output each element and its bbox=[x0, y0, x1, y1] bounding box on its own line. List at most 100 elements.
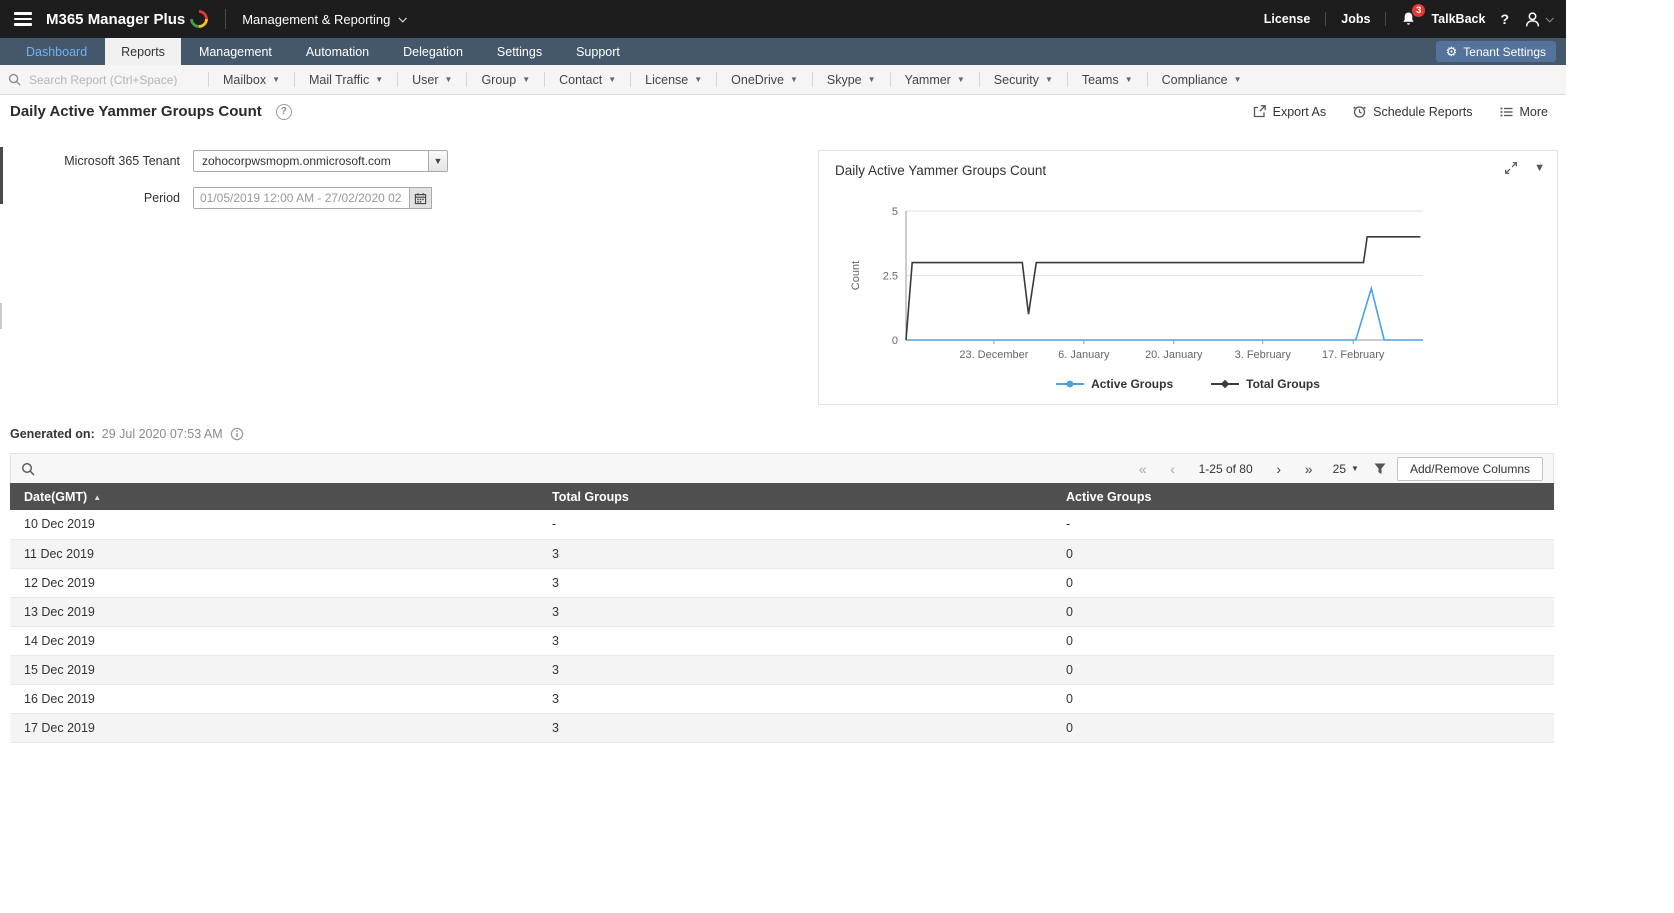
report-menu-mail-traffic[interactable]: Mail Traffic ▼ bbox=[295, 73, 397, 87]
report-menu-group[interactable]: Group ▼ bbox=[467, 73, 544, 87]
svg-text:23. December: 23. December bbox=[959, 349, 1028, 361]
tab-dashboard[interactable]: Dashboard bbox=[10, 38, 103, 65]
module-switcher[interactable]: Management & Reporting bbox=[242, 11, 408, 27]
column-header-active-groups[interactable]: Active Groups bbox=[1052, 483, 1554, 510]
module-switcher-label: Management & Reporting bbox=[242, 11, 391, 27]
cell-date-gmt: 17 Dec 2019 bbox=[10, 713, 538, 743]
report-menu: Mailbox ▼ Mail Traffic ▼ User ▼ Group ▼ Contact ▼… bbox=[209, 72, 1256, 87]
tenant-select-value: zohocorpwsmopm.onmicrosoft.com bbox=[202, 154, 391, 168]
search-icon bbox=[8, 73, 21, 86]
chevron-down-icon: ▼ bbox=[1044, 75, 1053, 84]
divider bbox=[1385, 12, 1387, 26]
schedule-reports-label: Schedule Reports bbox=[1373, 104, 1473, 119]
menu-icon[interactable] bbox=[14, 12, 32, 26]
table-row: 16 Dec 2019 3 0 bbox=[10, 684, 1554, 714]
tenant-settings-button[interactable]: ⚙ Tenant Settings bbox=[1435, 41, 1556, 62]
cell-active-groups: - bbox=[1052, 510, 1554, 540]
table-search-icon[interactable] bbox=[21, 462, 35, 476]
report-menu-license[interactable]: License ▼ bbox=[631, 73, 716, 87]
report-menu-user[interactable]: User ▼ bbox=[398, 73, 466, 87]
help-icon[interactable]: ? bbox=[1500, 11, 1509, 27]
tab-settings[interactable]: Settings bbox=[481, 38, 558, 65]
account-menu[interactable] bbox=[1524, 11, 1554, 28]
jobs-link[interactable]: Jobs bbox=[1341, 12, 1370, 26]
chevron-down-icon: ▼ bbox=[522, 75, 531, 84]
cell-date-gmt: 16 Dec 2019 bbox=[10, 684, 538, 714]
license-link[interactable]: License bbox=[1264, 12, 1311, 26]
search-input[interactable] bbox=[27, 71, 208, 88]
chevron-down-icon: ▼ bbox=[1233, 75, 1242, 84]
nav-tabs: Dashboard Reports Management Automation Dele… bbox=[10, 38, 638, 65]
report-menu-skype[interactable]: Skype ▼ bbox=[813, 73, 890, 87]
content-area: Daily Active Yammer Groups Count ? Expor… bbox=[0, 95, 1566, 913]
chevron-down-icon: ▼ bbox=[428, 151, 447, 171]
tab-support[interactable]: Support bbox=[560, 38, 636, 65]
chevron-down-icon: ▼ bbox=[375, 75, 384, 84]
period-input[interactable] bbox=[193, 187, 410, 209]
report-help-icon[interactable]: ? bbox=[275, 103, 292, 120]
column-header-date-gmt[interactable]: Date(GMT) ▲ bbox=[10, 483, 538, 510]
cell-active-groups: 0 bbox=[1052, 597, 1554, 627]
svg-text:3. February: 3. February bbox=[1235, 349, 1292, 361]
calendar-button[interactable] bbox=[410, 187, 432, 209]
chart-legend: Active Groups Total Groups bbox=[819, 377, 1557, 391]
table-header-row: Date(GMT) ▲ Total Groups Active Groups bbox=[10, 483, 1554, 510]
next-page-button[interactable]: › bbox=[1269, 459, 1289, 479]
divider bbox=[225, 9, 227, 29]
info-icon[interactable] bbox=[230, 427, 244, 441]
svg-text:Count: Count bbox=[850, 261, 862, 290]
cell-active-groups: 0 bbox=[1052, 684, 1554, 714]
export-as-label: Export As bbox=[1272, 104, 1327, 119]
tab-reports[interactable]: Reports bbox=[105, 38, 181, 65]
table-row: 12 Dec 2019 3 0 bbox=[10, 568, 1554, 598]
last-page-button[interactable]: » bbox=[1299, 459, 1319, 479]
cell-total-groups: 3 bbox=[538, 713, 1052, 743]
legend-active-groups[interactable]: Active Groups bbox=[1056, 377, 1173, 391]
notifications-bell-icon[interactable]: 3 bbox=[1401, 4, 1426, 27]
tab-management[interactable]: Management bbox=[183, 38, 288, 65]
add-remove-columns-button[interactable]: Add/Remove Columns bbox=[1396, 456, 1543, 481]
tab-automation[interactable]: Automation bbox=[290, 38, 385, 65]
report-menu-mailbox[interactable]: Mailbox ▼ bbox=[209, 73, 294, 87]
cell-active-groups: 0 bbox=[1052, 626, 1554, 656]
page-size-select[interactable]: 25 ▼ bbox=[1329, 462, 1363, 476]
prev-page-button[interactable]: ‹ bbox=[1163, 459, 1183, 479]
schedule-reports-button[interactable]: Schedule Reports bbox=[1352, 104, 1473, 119]
cell-active-groups: 0 bbox=[1052, 655, 1554, 685]
expand-chart-icon[interactable] bbox=[1504, 161, 1518, 175]
cell-date-gmt: 15 Dec 2019 bbox=[10, 655, 538, 685]
report-table: Date(GMT) ▲ Total Groups Active Groups 10 D… bbox=[10, 483, 1554, 743]
user-avatar-icon bbox=[1525, 11, 1540, 26]
collapsed-panel-handle-secondary[interactable] bbox=[0, 303, 2, 329]
report-menu-teams[interactable]: Teams ▼ bbox=[1068, 73, 1147, 87]
more-button[interactable]: More bbox=[1499, 105, 1548, 119]
tenant-select[interactable]: zohocorpwsmopm.onmicrosoft.com ▼ bbox=[193, 150, 448, 172]
report-menu-label: Mailbox bbox=[223, 72, 267, 87]
column-header-total-groups[interactable]: Total Groups bbox=[538, 483, 1052, 510]
cell-date-gmt: 13 Dec 2019 bbox=[10, 597, 538, 627]
legend-label: Total Groups bbox=[1246, 377, 1320, 391]
filter-icon[interactable] bbox=[1373, 462, 1387, 476]
tab-delegation[interactable]: Delegation bbox=[387, 38, 479, 65]
chevron-down-icon: ▼ bbox=[867, 75, 876, 84]
report-menu-label: Yammer bbox=[904, 72, 951, 87]
legend-total-groups[interactable]: Total Groups bbox=[1211, 377, 1320, 391]
chevron-down-icon: ▼ bbox=[789, 75, 798, 84]
legend-label: Active Groups bbox=[1091, 377, 1174, 391]
schedule-clock-icon bbox=[1353, 106, 1366, 118]
report-menu-label: OneDrive bbox=[731, 72, 784, 87]
table-row: 17 Dec 2019 3 0 bbox=[10, 713, 1554, 743]
chart-menu-chevron-icon[interactable]: ▼ bbox=[1534, 162, 1545, 174]
export-as-button[interactable]: Export As bbox=[1252, 104, 1327, 119]
cell-total-groups: 3 bbox=[538, 568, 1052, 598]
cell-total-groups: 3 bbox=[538, 684, 1052, 714]
report-menu-yammer[interactable]: Yammer ▼ bbox=[891, 73, 979, 87]
report-menu-compliance[interactable]: Compliance ▼ bbox=[1148, 73, 1256, 87]
report-menu-security[interactable]: Security ▼ bbox=[980, 73, 1067, 87]
main-nav: Dashboard Reports Management Automation Dele… bbox=[0, 38, 1566, 65]
generated-on-row: Generated on: 29 Jul 2020 07:53 AM bbox=[10, 427, 244, 441]
report-menu-onedrive[interactable]: OneDrive ▼ bbox=[717, 73, 812, 87]
first-page-button[interactable]: « bbox=[1133, 459, 1153, 479]
talkback-link[interactable]: TalkBack bbox=[1431, 12, 1485, 26]
report-menu-contact[interactable]: Contact ▼ bbox=[545, 73, 630, 87]
